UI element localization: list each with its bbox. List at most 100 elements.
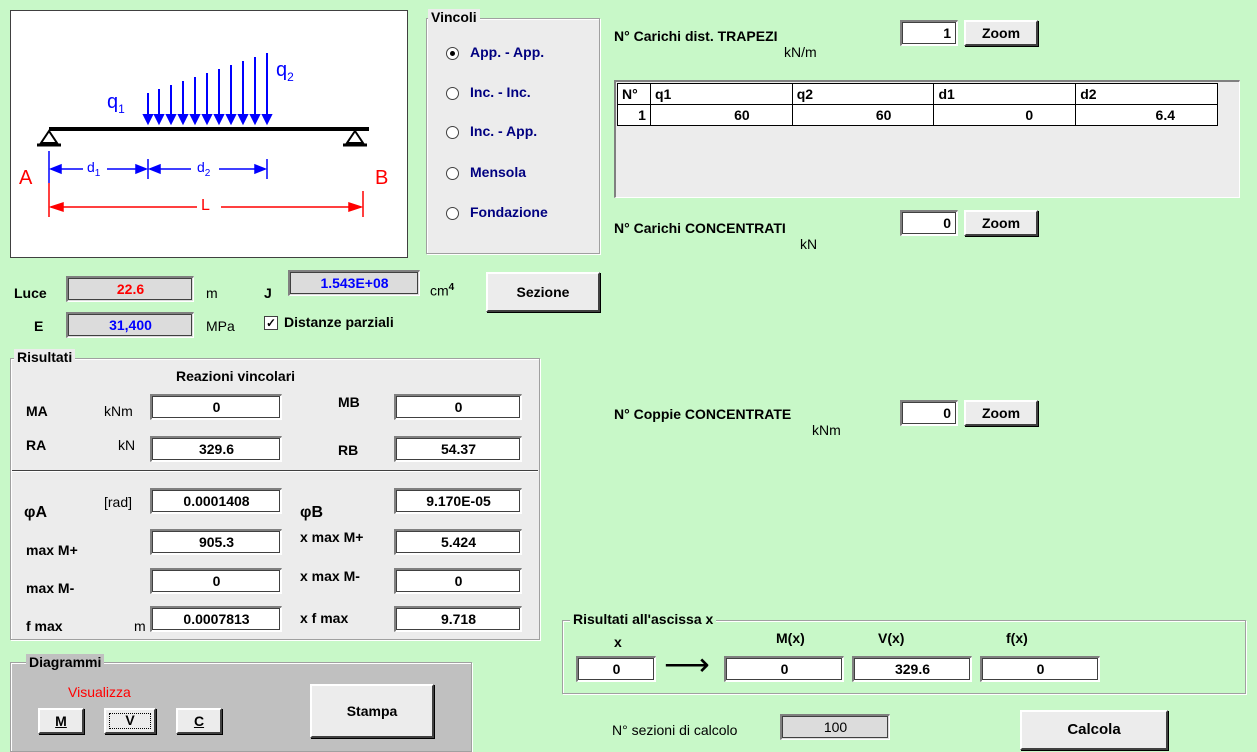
beam-diagram: q1 q2 A B d1 d2 L <box>10 10 408 258</box>
e-input[interactable]: 31,400 <box>66 312 194 338</box>
j-label: J <box>264 285 272 301</box>
diagram-v-button[interactable]: V <box>104 708 156 734</box>
cell-q2[interactable]: 60 <box>791 104 935 126</box>
coppie-label: N° Coppie CONCENTRATE <box>614 406 792 422</box>
coppie-unit: kNm <box>812 422 841 438</box>
header-d2: d2 <box>1075 83 1218 105</box>
concentrati-count[interactable]: 0 <box>900 210 958 236</box>
xmaxmm-label: x max M- <box>300 568 360 584</box>
header-n: N° <box>617 83 651 105</box>
vincoli-title: Vincoli <box>428 9 480 25</box>
table-row[interactable]: 1 60 60 0 6.4 <box>617 104 1218 126</box>
diagram-c-button[interactable]: C <box>176 708 222 734</box>
label-B: B <box>375 167 389 189</box>
ascissa-fx-label: f(x) <box>1006 630 1028 646</box>
ra-value: 329.6 <box>150 436 282 462</box>
trapezi-zoom-button[interactable]: Zoom <box>964 20 1038 46</box>
coppie-zoom-button[interactable]: Zoom <box>964 400 1038 426</box>
cell-q1[interactable]: 60 <box>649 104 793 126</box>
trapezi-count[interactable]: 1 <box>900 20 958 46</box>
ra-label: RA <box>26 437 47 453</box>
luce-input[interactable]: 22.6 <box>66 276 194 302</box>
ascissa-x-label: x <box>614 634 622 650</box>
cell-d2[interactable]: 6.4 <box>1075 104 1218 126</box>
luce-unit: m <box>206 285 218 301</box>
header-q1: q1 <box>649 83 793 105</box>
radio-app-app-label[interactable]: App. - App. <box>470 44 544 60</box>
coppie-count[interactable]: 0 <box>900 400 958 426</box>
table-header-row: N° q1 q2 d1 d2 <box>617 83 1218 105</box>
mb-label: MB <box>338 394 360 410</box>
reazioni-title: Reazioni vincolari <box>176 368 296 384</box>
ascissa-fx-value: 0 <box>980 656 1100 682</box>
distanze-checkbox[interactable]: ✓ <box>264 316 278 330</box>
fmax-unit: m <box>134 618 146 634</box>
trapezi-unit: kN/m <box>784 44 817 60</box>
fmax-value: 0.0007813 <box>150 606 282 632</box>
xfmax-label: x f max <box>300 610 349 626</box>
mb-value: 0 <box>394 394 522 420</box>
ascissa-x-input[interactable]: 0 <box>576 656 656 682</box>
cell-d1[interactable]: 0 <box>933 104 1077 126</box>
ascissa-vx-label: V(x) <box>878 630 905 646</box>
ma-label: MA <box>26 403 48 419</box>
calcola-button[interactable]: Calcola <box>1020 710 1168 750</box>
xfmax-value: 9.718 <box>394 606 522 632</box>
label-A: A <box>19 167 33 189</box>
beam-diagram-svg <box>37 53 369 217</box>
phia-label: φA <box>24 504 47 521</box>
radio-inc-inc-circle[interactable] <box>446 87 459 100</box>
sezioni-label: N° sezioni di calcolo <box>612 722 738 738</box>
fmax-label: f max <box>26 618 63 634</box>
xmaxmp-label: x max M+ <box>300 529 364 545</box>
label-d2: d2 <box>197 159 211 179</box>
ra-unit: kN <box>118 437 136 453</box>
distanze-label[interactable]: Distanze parziali <box>284 314 394 330</box>
trapezi-label: N° Carichi dist. TRAPEZI <box>614 28 778 44</box>
phib-label: φB <box>300 504 323 521</box>
sezione-button[interactable]: Sezione <box>486 272 600 312</box>
phia-value: 0.0001408 <box>150 488 282 514</box>
radio-inc-app-label[interactable]: Inc. - App. <box>470 123 537 139</box>
radio-inc-app-circle[interactable] <box>446 126 459 139</box>
label-q2: q2 <box>276 59 294 84</box>
sezioni-input[interactable]: 100 <box>780 714 890 740</box>
ascissa-mx-value: 0 <box>724 656 844 682</box>
radio-fondazione-circle[interactable] <box>446 207 459 220</box>
radio-inc-inc-label[interactable]: Inc. - Inc. <box>470 84 531 100</box>
j-unit: cm4 <box>430 282 455 299</box>
diagram-m-button[interactable]: M <box>38 708 84 734</box>
concentrati-zoom-button[interactable]: Zoom <box>964 210 1038 236</box>
rb-label: RB <box>338 442 359 458</box>
label-q1: q1 <box>107 91 125 116</box>
trapezi-table: N° q1 q2 d1 d2 1 60 60 0 6.4 <box>617 83 1218 126</box>
maxmp-label: max M+ <box>26 542 78 558</box>
phia-unit: [rad] <box>104 494 133 510</box>
risultati-separator <box>12 470 538 472</box>
e-unit: MPa <box>206 318 235 334</box>
luce-label: Luce <box>14 285 47 301</box>
maxmm-value: 0 <box>150 568 282 594</box>
diagrammi-title: Diagrammi <box>26 654 105 670</box>
ma-value: 0 <box>150 394 282 420</box>
label-d1: d1 <box>87 159 101 179</box>
radio-fondazione-label[interactable]: Fondazione <box>470 204 548 220</box>
concentrati-label: N° Carichi CONCENTRATI <box>614 220 786 236</box>
visualizza-label: Visualizza <box>68 684 131 700</box>
phib-value: 9.170E-05 <box>394 488 522 514</box>
ascissa-vx-value: 329.6 <box>852 656 972 682</box>
radio-mensola-label[interactable]: Mensola <box>470 164 526 180</box>
ascissa-title: Risultati all'ascissa x <box>570 611 717 627</box>
stampa-button[interactable]: Stampa <box>310 684 434 738</box>
e-label: E <box>34 318 44 334</box>
concentrati-unit: kN <box>800 236 818 252</box>
label-L: L <box>201 197 210 214</box>
radio-mensola-circle[interactable] <box>446 167 459 180</box>
radio-app-app-circle[interactable] <box>446 47 459 60</box>
cell-n[interactable]: 1 <box>617 104 651 126</box>
arrow-right-icon: ⟶ <box>664 646 710 682</box>
ascissa-mx-label: M(x) <box>776 630 805 646</box>
j-input[interactable]: 1.543E+08 <box>288 270 420 296</box>
rb-value: 54.37 <box>394 436 522 462</box>
header-q2: q2 <box>791 83 935 105</box>
